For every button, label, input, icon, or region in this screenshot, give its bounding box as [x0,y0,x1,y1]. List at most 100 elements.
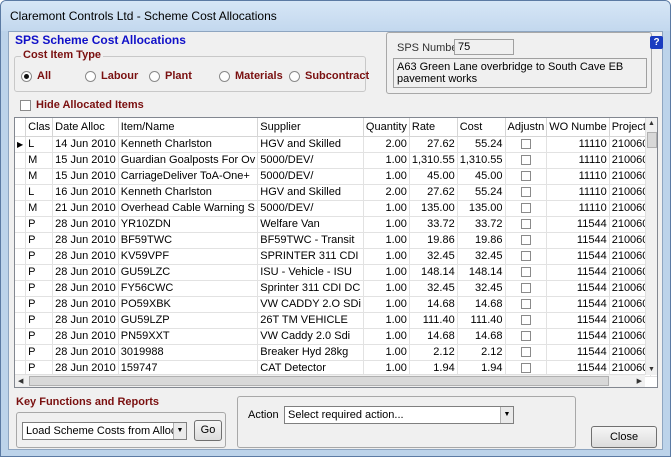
sps-description-field: A63 Green Lane overbridge to South Cave … [393,58,647,88]
table-cell: L [25,184,54,201]
scroll-up-icon[interactable]: ▲ [648,120,655,127]
table-cell: 33.72 [457,216,506,233]
table-row[interactable]: P 28 Jun 2010 KV59VPF SPRINTER 311 CDI 1.00 3… [15,248,657,265]
hide-allocated-checkbox[interactable]: Hide Allocated Items [20,99,144,111]
table-row[interactable]: M 15 Jun 2010 Guardian Goalposts For Ov 500… [15,152,657,169]
table-row[interactable]: P 28 Jun 2010 GU59LZC ISU - Vehicle - ISU 1.… [15,264,657,281]
table-cell: 32.45 [409,248,458,265]
adjustment-checkbox[interactable] [505,312,548,329]
table-cell: 45.00 [457,168,506,185]
table-cell: 11544 [546,312,610,329]
column-header[interactable]: Rate [409,118,458,137]
radio-button-icon [21,70,32,82]
table-row[interactable]: P 28 Jun 2010 YR10ZDN Welfare Van 1.00 33.72 3… [15,216,657,233]
table-cell: 28 Jun 2010 [52,264,119,281]
scroll-down-icon[interactable]: ▼ [648,366,655,373]
checkbox-icon [520,251,531,262]
table-cell: P [25,248,54,265]
table-cell: 1.00 [363,312,410,329]
action-select[interactable]: Select required action... ▼ [284,406,514,424]
table-cell: 15 Jun 2010 [52,152,119,169]
adjustment-checkbox[interactable] [505,168,548,185]
adjustment-checkbox[interactable] [505,200,548,217]
table-cell: 1.00 [363,296,410,313]
column-header[interactable]: Quantity [363,118,410,137]
scroll-right-icon[interactable]: ▶ [637,377,642,385]
cost-allocations-grid[interactable]: Clas Date Alloc Item/Name Supplier Quantity R… [14,117,658,388]
main-panel: SPS Scheme Cost Allocations Cost Item Ty… [8,31,663,450]
table-cell: 28 Jun 2010 [52,344,119,361]
adjustment-checkbox[interactable] [505,280,548,297]
table-row[interactable]: P 28 Jun 2010 PO59XBK VW CADDY 2.O SDi 1.00 1… [15,296,657,313]
table-row[interactable]: P 28 Jun 2010 3019988 Breaker Hyd 28kg 1.00 2… [15,344,657,361]
column-header[interactable]: WO Numbe [546,118,610,137]
adjustment-checkbox[interactable] [505,152,548,169]
column-header[interactable]: Clas [25,118,54,137]
adjustment-checkbox[interactable] [505,248,548,265]
table-row[interactable]: P 28 Jun 2010 FY56CWC Sprinter 311 CDI DC 1.… [15,280,657,297]
radio-labour[interactable]: Labour [85,70,138,82]
adjustment-checkbox[interactable] [505,184,548,201]
table-cell: 1.00 [363,216,410,233]
checkbox-icon [520,219,531,230]
table-row[interactable]: M 21 Jun 2010 Overhead Cable Warning S 5000… [15,200,657,217]
key-function-select[interactable]: Load Scheme Costs from Allocations ▼ [22,422,187,440]
table-row[interactable]: P 28 Jun 2010 PN59XXT VW Caddy 2.0 Sdi 1.00 1… [15,328,657,345]
cost-item-type-legend: Cost Item Type [21,49,104,61]
table-cell: 148.14 [457,264,506,281]
radio-plant[interactable]: Plant [149,70,192,82]
adjustment-checkbox[interactable] [505,232,548,249]
table-cell: Kenneth Charlston [118,136,259,153]
column-header[interactable]: Cost [457,118,506,137]
adjustment-checkbox[interactable] [505,136,548,153]
table-cell: Sprinter 311 CDI DC [257,280,364,297]
table-row[interactable]: L 16 Jun 2010 Kenneth Charlston HGV and Ski… [15,184,657,201]
table-row[interactable]: P 28 Jun 2010 BF59TWC BF59TWC - Transit 1.00… [15,232,657,249]
vertical-scroll-thumb[interactable] [647,132,657,148]
table-cell: 1.00 [363,344,410,361]
row-selector [15,232,27,249]
table-cell: 11110 [546,200,610,217]
help-icon[interactable]: ? [650,36,663,49]
table-row[interactable]: M 15 Jun 2010 CarriageDeliver ToA-One+ 5000… [15,168,657,185]
close-button[interactable]: Close [591,426,657,448]
scroll-left-icon[interactable]: ◀ [18,377,23,385]
table-cell: Overhead Cable Warning S [118,200,259,217]
table-cell: 1,310.55 [457,152,506,169]
go-button[interactable]: Go [194,420,222,441]
table-row[interactable]: ▶ L 14 Jun 2010 Kenneth Charlston HGV and Sk… [15,136,657,153]
adjustment-checkbox[interactable] [505,216,548,233]
adjustment-checkbox[interactable] [505,344,548,361]
column-header[interactable]: Adjustn [505,118,548,137]
row-selector: ▶ [15,136,27,153]
column-header[interactable]: Item/Name [118,118,259,137]
table-cell: 11544 [546,232,610,249]
table-cell: 33.72 [409,216,458,233]
table-cell: 11544 [546,216,610,233]
table-cell: Kenneth Charlston [118,184,259,201]
hide-allocated-label: Hide Allocated Items [36,99,144,111]
radio-materials-label: Materials [235,70,283,82]
table-cell: P [25,216,54,233]
horizontal-scrollbar[interactable]: ◀ ▶ [15,374,645,387]
column-header[interactable]: Supplier [257,118,364,137]
table-cell: 1.00 [363,328,410,345]
adjustment-checkbox[interactable] [505,296,548,313]
column-header[interactable] [15,118,27,137]
radio-all[interactable]: All [21,70,51,82]
table-cell: 11544 [546,248,610,265]
radio-subcontract[interactable]: Subcontract [289,70,369,82]
row-selector [15,264,27,281]
adjustment-checkbox[interactable] [505,328,548,345]
radio-materials[interactable]: Materials [219,70,283,82]
table-cell: 16 Jun 2010 [52,184,119,201]
column-header[interactable]: Date Alloc [52,118,119,137]
adjustment-checkbox[interactable] [505,264,548,281]
table-cell: PO59XBK [118,296,259,313]
vertical-scrollbar[interactable]: ▲ ▼ [645,118,657,375]
table-row[interactable]: P 28 Jun 2010 GU59LZP 26T TM VEHICLE 1.00 111… [15,312,657,329]
table-cell: 26T TM VEHICLE [257,312,364,329]
table-cell: P [25,344,54,361]
table-cell: Welfare Van [257,216,364,233]
horizontal-scroll-thumb[interactable] [29,376,609,386]
